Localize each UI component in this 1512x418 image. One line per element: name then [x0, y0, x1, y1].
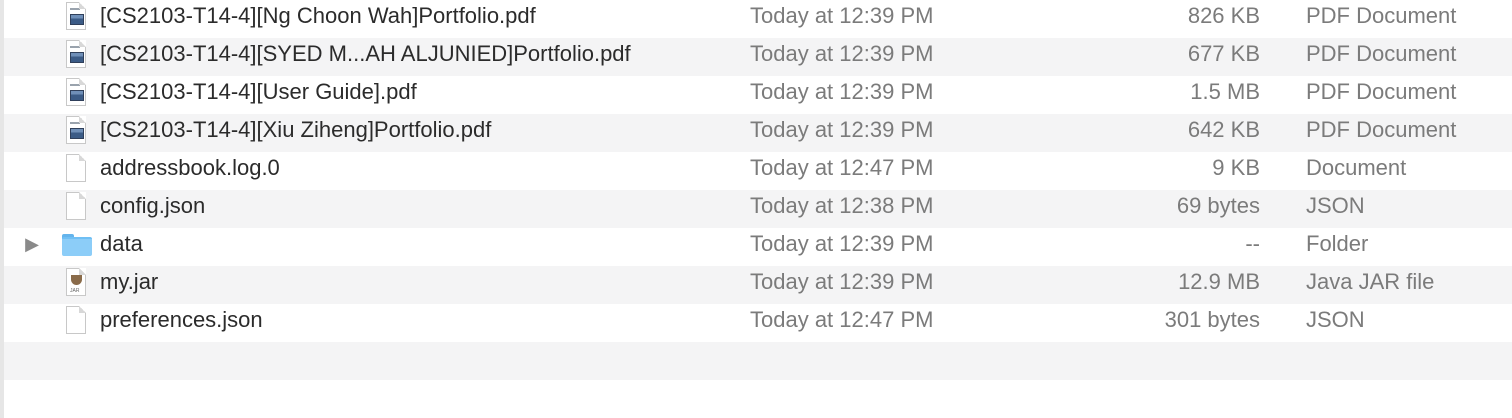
file-size: 301 bytes — [1164, 307, 1260, 332]
disclosure-triangle-icon — [22, 0, 42, 38]
file-size: 12.9 MB — [1178, 269, 1260, 294]
pdf-icon — [60, 38, 94, 76]
file-kind: PDF Document — [1306, 3, 1457, 28]
file-size: 9 KB — [1212, 155, 1260, 180]
disclosure-triangle-icon — [22, 152, 42, 190]
file-kind: Java JAR file — [1306, 269, 1435, 294]
file-size: 1.5 MB — [1190, 79, 1260, 104]
date-modified: Today at 12:39 PM — [750, 41, 934, 66]
empty-row — [4, 342, 1512, 380]
document-icon — [60, 190, 94, 228]
disclosure-triangle-icon — [22, 190, 42, 228]
date-modified: Today at 12:38 PM — [750, 193, 934, 218]
file-name[interactable]: [CS2103-T14-4][Xiu Ziheng]Portfolio.pdf — [100, 114, 491, 152]
file-row[interactable]: config.json Today at 12:38 PM 69 bytes JSON — [4, 190, 1512, 228]
file-kind: PDF Document — [1306, 79, 1457, 104]
empty-row — [4, 380, 1512, 418]
file-row[interactable]: [CS2103-T14-4][SYED M...AH ALJUNIED]Port… — [4, 38, 1512, 76]
folder-icon — [60, 228, 94, 266]
jar-icon-label: JAR — [70, 288, 80, 294]
disclosure-triangle-icon[interactable]: ▶ — [22, 228, 42, 266]
file-row[interactable]: [CS2103-T14-4][Ng Choon Wah]Portfolio.pd… — [4, 0, 1512, 38]
file-size: -- — [1245, 231, 1260, 256]
disclosure-triangle-icon — [22, 304, 42, 342]
file-name[interactable]: [CS2103-T14-4][Ng Choon Wah]Portfolio.pd… — [100, 0, 536, 38]
file-kind: PDF Document — [1306, 117, 1457, 142]
file-row[interactable]: JAR my.jar Today at 12:39 PM 12.9 MB Java JA… — [4, 266, 1512, 304]
file-name[interactable]: preferences.json — [100, 304, 263, 342]
file-row[interactable]: [CS2103-T14-4][User Guide].pdf Today at 1… — [4, 76, 1512, 114]
disclosure-triangle-icon — [22, 266, 42, 304]
date-modified: Today at 12:39 PM — [750, 117, 934, 142]
date-modified: Today at 12:39 PM — [750, 231, 934, 256]
jar-icon: JAR — [60, 266, 94, 304]
file-kind: Folder — [1306, 231, 1369, 256]
pdf-icon — [60, 114, 94, 152]
file-size: 677 KB — [1187, 41, 1260, 66]
file-row[interactable]: ▶ data Today at 12:39 PM -- Folder — [4, 228, 1512, 266]
date-modified: Today at 12:39 PM — [750, 3, 934, 28]
disclosure-triangle-icon — [22, 114, 42, 152]
date-modified: Today at 12:47 PM — [750, 155, 934, 180]
file-kind: JSON — [1306, 193, 1365, 218]
file-size: 826 KB — [1187, 3, 1260, 28]
file-row[interactable]: preferences.json Today at 12:47 PM 301 byt… — [4, 304, 1512, 342]
pdf-icon — [60, 0, 94, 38]
date-modified: Today at 12:39 PM — [750, 79, 934, 104]
file-kind: JSON — [1306, 307, 1365, 332]
document-icon — [60, 152, 94, 190]
file-row[interactable]: addressbook.log.0 Today at 12:47 PM 9 KB Do… — [4, 152, 1512, 190]
file-name[interactable]: data — [100, 228, 143, 266]
pdf-icon — [60, 76, 94, 114]
file-row[interactable]: [CS2103-T14-4][Xiu Ziheng]Portfolio.pdf T… — [4, 114, 1512, 152]
file-name[interactable]: [CS2103-T14-4][User Guide].pdf — [100, 76, 417, 114]
file-name[interactable]: [CS2103-T14-4][SYED M...AH ALJUNIED]Port… — [100, 38, 631, 76]
file-name[interactable]: my.jar — [100, 266, 158, 304]
disclosure-triangle-icon — [22, 76, 42, 114]
document-icon — [60, 304, 94, 342]
file-kind: Document — [1306, 155, 1407, 180]
file-kind: PDF Document — [1306, 41, 1457, 66]
file-size: 642 KB — [1187, 117, 1260, 142]
disclosure-triangle-icon — [22, 38, 42, 76]
date-modified: Today at 12:47 PM — [750, 307, 934, 332]
file-size: 69 bytes — [1176, 193, 1260, 218]
file-list: [CS2103-T14-4][Ng Choon Wah]Portfolio.pd… — [0, 0, 1512, 418]
file-name[interactable]: addressbook.log.0 — [100, 152, 280, 190]
date-modified: Today at 12:39 PM — [750, 269, 934, 294]
file-name[interactable]: config.json — [100, 190, 205, 228]
